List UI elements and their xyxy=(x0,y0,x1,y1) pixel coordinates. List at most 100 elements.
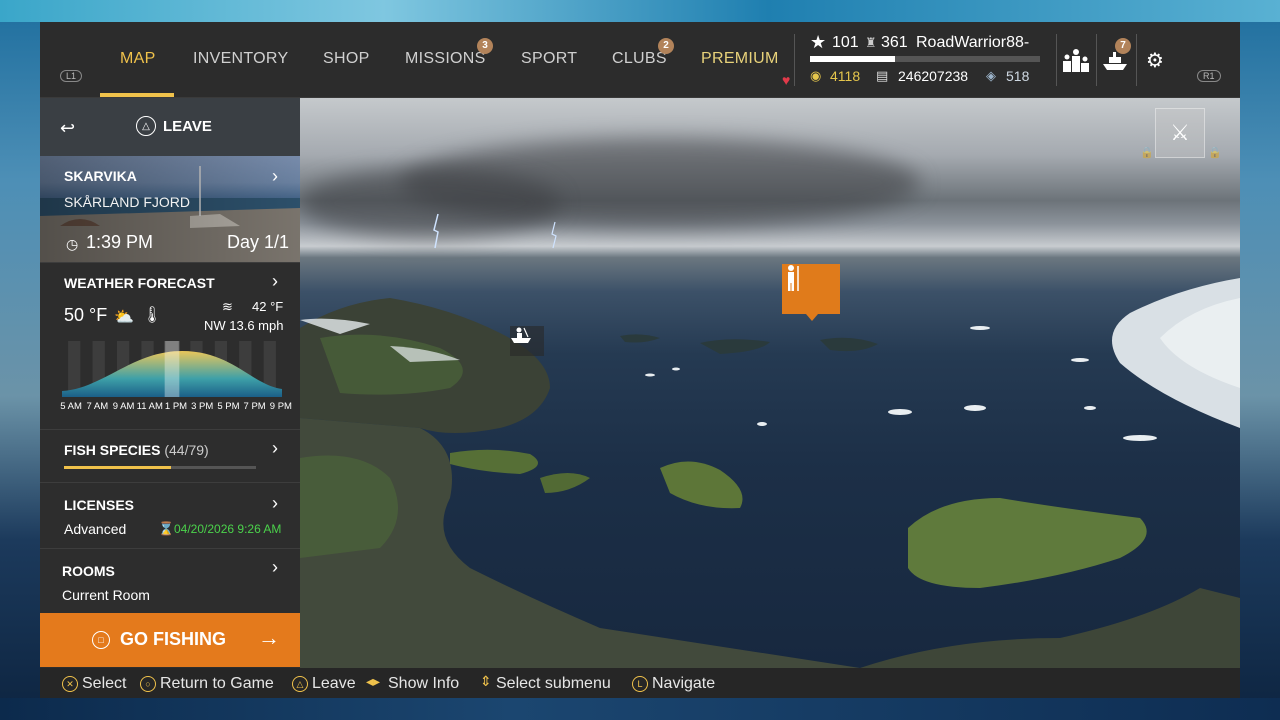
fish-species-progress-fill xyxy=(64,466,171,469)
go-fishing-button[interactable]: □ GO FISHING → xyxy=(40,613,300,667)
triangle-button-icon: △ xyxy=(136,116,156,136)
chevron-right-icon: › xyxy=(272,438,278,458)
silver-cash-icon: ▤ xyxy=(876,68,889,83)
location-panel: ↩ △ LEAVE SKARVIKA SKÅRLAND FJORD › ◷ 1:… xyxy=(40,98,300,668)
clubs-badge: 2 xyxy=(658,38,674,54)
tab-clubs[interactable]: CLUBS xyxy=(612,50,667,68)
tab-map[interactable]: MAP xyxy=(120,50,156,68)
tab-sport[interactable]: SPORT xyxy=(521,50,577,68)
silver-amount: 246207238 xyxy=(898,68,969,84)
rooms-title: ROOMS xyxy=(62,563,115,579)
player-rank: 361 xyxy=(881,34,908,51)
forecast-hour-labels: 5 AM 7 AM 9 AM 11 AM 1 PM 3 PM 5 PM 7 PM 9 PM xyxy=(58,401,294,412)
rank-icon: ♜ xyxy=(865,35,877,50)
controller-hints-bar: ✕ Select ○ Return to Game △ Leave ◂▸ Sho… xyxy=(40,668,1240,698)
top-nav-bar: L1 MAP INVENTORY SHOP MISSIONS 3 SPORT C… xyxy=(40,22,1240,98)
tab-missions[interactable]: MISSIONS xyxy=(405,50,486,68)
fish-species-row[interactable]: FISH SPECIES (44/79) › xyxy=(40,429,300,482)
temperature-chart xyxy=(62,341,282,397)
current-room: Current Room xyxy=(62,587,150,603)
forecast-hour-label: 5 AM xyxy=(60,401,82,412)
background-water xyxy=(0,698,1280,720)
background-sky xyxy=(0,0,1280,22)
forecast-hour-label: 1 PM xyxy=(164,401,188,412)
back-arrow-icon[interactable]: ↩ xyxy=(60,118,75,139)
forecast-hour-label: 9 AM xyxy=(112,401,135,412)
r1-trigger-hint: R1 xyxy=(1197,70,1221,82)
gold-amount: 4118 xyxy=(830,68,861,84)
missions-badge: 3 xyxy=(477,38,493,54)
water-temperature: 42 °F xyxy=(252,299,284,314)
weather-forecast-row[interactable]: WEATHER FORECAST › 50 °F ⛅ 🌡 ≋ 42 °F NW … xyxy=(40,262,300,429)
tab-inventory[interactable]: INVENTORY xyxy=(193,50,288,68)
water-waves-icon: ≋ xyxy=(222,299,233,314)
triangle-button-icon: △ xyxy=(292,676,308,692)
xp-progress-bar xyxy=(810,56,1040,62)
clock-icon: ◷ xyxy=(66,236,79,252)
license-type: Advanced xyxy=(64,521,127,537)
weather-title: WEATHER FORECAST xyxy=(64,275,215,291)
tab-shop[interactable]: SHOP xyxy=(323,50,370,68)
divider xyxy=(794,34,795,86)
hint-select-submenu: Select submenu xyxy=(496,675,611,692)
forecast-hour-label: 7 AM xyxy=(86,401,109,412)
hint-leave: Leave xyxy=(312,675,356,692)
fjord-map[interactable]: ⚔ 🔒 🔒 xyxy=(300,98,1240,668)
dpad-lr-icon: ◂▸ xyxy=(366,673,381,689)
chevron-right-icon: › xyxy=(272,557,278,577)
air-temperature: 50 °F xyxy=(64,305,108,325)
leave-button[interactable]: △ LEAVE xyxy=(136,116,212,136)
tab-premium[interactable]: PREMIUM xyxy=(701,50,779,68)
panel-header: ↩ △ LEAVE xyxy=(40,98,300,156)
location-region: SKÅRLAND FJORD xyxy=(64,194,191,210)
location-card[interactable]: SKARVIKA SKÅRLAND FJORD › ◷ 1:39 PM Day … xyxy=(40,156,300,262)
forecast-hour-label: 7 PM xyxy=(243,401,266,412)
chevron-right-icon: › xyxy=(272,166,278,186)
divider xyxy=(1056,34,1057,86)
lock-icon: 🔒 xyxy=(1208,147,1222,159)
fish-species-count: (44/79) xyxy=(164,442,209,458)
divider xyxy=(1136,34,1137,86)
ship-badge: 7 xyxy=(1115,38,1131,54)
map-terrain xyxy=(300,213,1240,668)
gold-coins-icon: ◉ xyxy=(810,68,822,83)
forecast-hour-label: 9 PM xyxy=(269,401,292,412)
hint-navigate: Navigate xyxy=(652,675,716,692)
dpad-ud-icon: ⇕ xyxy=(480,673,492,689)
boat-spot-marker[interactable] xyxy=(510,326,544,356)
crossed-swords-icon[interactable]: ⚔ xyxy=(1155,108,1205,158)
current-hour-highlight xyxy=(164,341,180,397)
location-name: SKARVIKA xyxy=(64,168,137,184)
fish-species-progress-bar xyxy=(64,466,256,469)
leaderboard-icon[interactable] xyxy=(1060,46,1092,74)
game-time: 1:39 PM xyxy=(86,232,154,252)
circle-button-icon: ○ xyxy=(140,676,156,692)
bait-coins-amount: 518 xyxy=(1006,68,1030,84)
active-tab-indicator xyxy=(100,93,174,97)
forecast-hour-label: 11 AM xyxy=(136,401,163,412)
licenses-row[interactable]: LICENSES › Advanced ⌛ 04/20/2026 9:26 AM xyxy=(40,482,300,548)
square-button-icon: □ xyxy=(92,631,110,649)
forecast-hour-label: 3 PM xyxy=(191,401,214,412)
hint-return-to-game: Return to Game xyxy=(160,675,274,692)
player-username: RoadWarrior88- xyxy=(916,34,1030,51)
heart-icon: ♥ xyxy=(782,72,791,88)
go-fishing-label: GO FISHING xyxy=(120,629,227,649)
player-location-marker[interactable] xyxy=(782,264,840,321)
partly-cloudy-icon: ⛅ xyxy=(114,309,134,326)
game-menu-window: L1 MAP INVENTORY SHOP MISSIONS 3 SPORT C… xyxy=(40,22,1240,698)
game-day: Day 1/1 xyxy=(227,232,290,252)
bait-coins-icon: ◈ xyxy=(986,68,996,83)
rooms-row[interactable]: ROOMS › Current Room xyxy=(40,548,300,613)
l1-trigger-hint: L1 xyxy=(60,70,83,82)
arrow-right-icon: → xyxy=(258,625,280,650)
divider xyxy=(1096,34,1097,86)
license-expiry: 04/20/2026 9:26 AM xyxy=(174,522,282,536)
wind-speed: NW 13.6 mph xyxy=(204,318,284,333)
thermometer-icon: 🌡 xyxy=(142,307,163,324)
xp-progress-fill xyxy=(810,56,896,62)
hint-select: Select xyxy=(82,675,127,692)
timer-icon: ⌛ xyxy=(158,521,175,536)
gear-icon[interactable]: ⚙ xyxy=(1139,46,1171,74)
licenses-title: LICENSES xyxy=(64,497,135,513)
